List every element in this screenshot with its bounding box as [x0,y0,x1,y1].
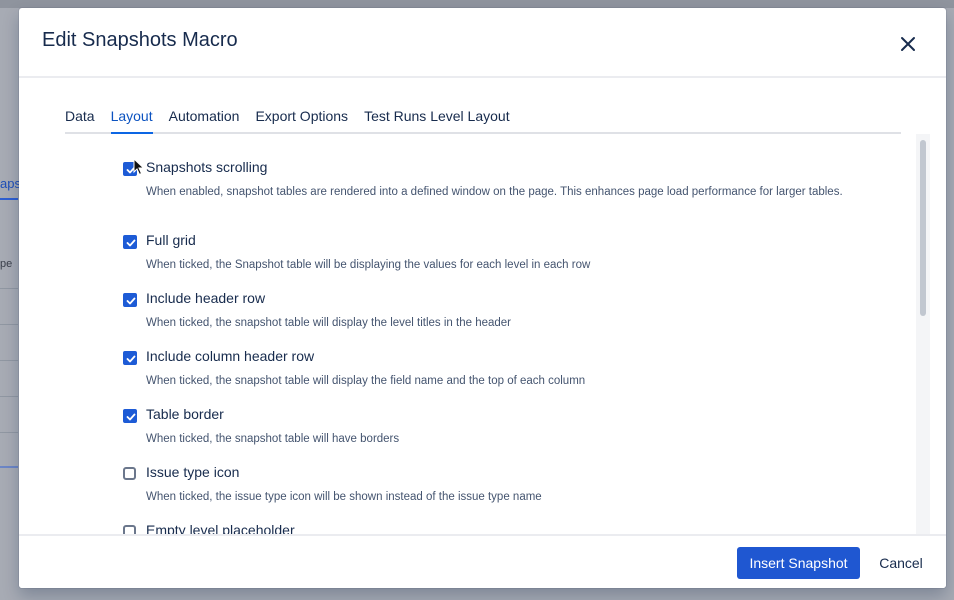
mouse-pointer-icon [133,158,145,176]
option-description: When ticked, the snapshot table will dis… [146,375,586,387]
option-label: Snapshots scrolling [146,159,268,175]
checkmark-icon [126,413,136,421]
option-description: When ticked, the snapshot table will dis… [146,317,512,329]
close-icon [901,37,915,51]
option-description: When ticked, the Snapshot table will be … [146,259,591,271]
checkmark-icon [126,297,136,305]
tab-test-runs-level-layout[interactable]: Test Runs Level Layout [356,106,518,132]
tab-bar: Data Layout Automation Export Options Te… [65,106,901,134]
background-row-divider [0,396,18,397]
background-row-divider [0,288,18,289]
tab-data[interactable]: Data [65,106,103,132]
option-description: When ticked, the issue type icon will be… [146,491,542,503]
cancel-button[interactable]: Cancel [871,547,931,579]
insert-snapshot-button[interactable]: Insert Snapshot [737,547,860,579]
edit-macro-dialog: Edit Snapshots Macro Data Layout Automat… [19,8,946,588]
option-label: Empty level placeholder [146,522,295,534]
dialog-title: Edit Snapshots Macro [42,29,238,51]
background-line [0,466,18,468]
tab-layout[interactable]: Layout [103,106,161,134]
full-grid-checkbox[interactable] [123,235,137,249]
option-label: Include header row [146,290,266,306]
layout-options-panel: Snapshots scrolling When enabled, snapsh… [19,134,946,534]
option-description: When enabled, snapshot tables are render… [146,186,843,198]
background-tab-underline [0,198,18,200]
table-border-checkbox[interactable] [123,409,137,423]
background-topbar [0,0,954,8]
dialog-footer: Insert Snapshot Cancel [19,534,946,588]
option-label: Full grid [146,232,196,248]
option-label: Include column header row [146,348,315,364]
close-button[interactable] [893,30,923,58]
option-label: Issue type icon [146,464,240,480]
background-row-divider [0,324,18,325]
background-tab-fragment: aps [0,176,21,191]
background-label-fragment: pe [0,258,13,270]
tab-automation[interactable]: Automation [161,106,248,132]
option-label: Table border [146,406,224,422]
background-row-divider [0,360,18,361]
include-header-row-checkbox[interactable] [123,293,137,307]
background-row-divider [0,432,18,433]
option-description: When ticked, the snapshot table will hav… [146,433,400,445]
empty-level-placeholder-checkbox[interactable] [123,525,136,534]
checkmark-icon [126,239,136,247]
dialog-header: Edit Snapshots Macro [19,8,946,78]
scrollbar-thumb[interactable] [920,140,926,316]
include-column-header-row-checkbox[interactable] [123,351,137,365]
tab-export-options[interactable]: Export Options [247,106,356,132]
checkmark-icon [126,355,136,363]
issue-type-icon-checkbox[interactable] [123,467,136,480]
